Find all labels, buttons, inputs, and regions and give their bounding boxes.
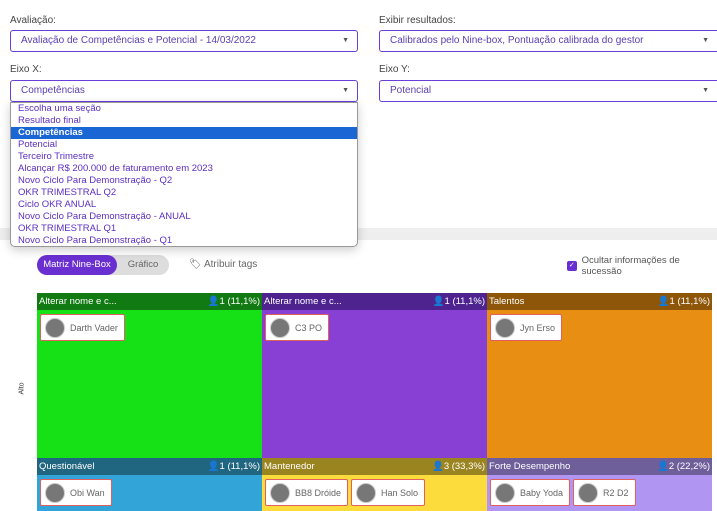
dropdown-option[interactable]: OKR TRIMESTRAL Q2 [11, 187, 357, 199]
dropdown-option[interactable]: Potencial [11, 139, 357, 151]
dropdown-option[interactable]: Novo Ciclo Para Demonstração - Q2 [11, 175, 357, 187]
cell-title: Alterar nome e c... [264, 296, 342, 307]
person-card[interactable]: BB8 Dróide [265, 479, 349, 506]
cell-title: Forte Desempenho [489, 461, 571, 472]
user-icon: 👤 [656, 461, 669, 472]
cell-header: Alterar nome e c... 👤1 (11,1%) [262, 293, 487, 310]
cell-title: Talentos [489, 296, 525, 307]
person-card[interactable]: Jyn Erso [490, 314, 563, 341]
caret-down-icon: ▼ [702, 87, 709, 94]
assign-tags-label: Atribuir tags [203, 259, 258, 270]
cell-count: 👤1 (11,1%) [208, 293, 260, 310]
avatar [45, 317, 65, 338]
hide-succession-label: Ocultar informações de sucessão [581, 255, 680, 277]
check-icon: ✓ [567, 261, 577, 271]
y-axis-label: Alto [18, 382, 26, 395]
dropdown-option[interactable]: Terceiro Trimestre [11, 151, 357, 163]
count-value: 1 (11,1%) [219, 461, 260, 472]
caret-down-icon: ▼ [342, 87, 349, 94]
cell-title: Alterar nome e c... [39, 296, 117, 307]
cell-title: Mantenedor [264, 461, 315, 472]
tab-matriz-nine-box[interactable]: Matriz Nine-Box [37, 255, 117, 275]
cell-title: Questionável [39, 461, 95, 472]
exibir-label: Exibir resultados: [379, 15, 456, 26]
dropdown-option[interactable]: Novo Ciclo Para Demonstração - Q1 [11, 235, 357, 246]
avatar [356, 482, 377, 503]
person-name: R2 D2 [603, 487, 629, 498]
person-card[interactable]: Han Solo [351, 479, 426, 506]
user-icon: 👤 [432, 296, 445, 307]
nine-box-cell: Talentos 👤1 (11,1%) Jyn Erso [487, 293, 712, 458]
nine-box-cell: Questionável 👤1 (11,1%) Obi Wan [37, 458, 262, 511]
person-name: Baby Yoda [520, 487, 564, 498]
cell-header: Alterar nome e c... 👤1 (11,1%) [37, 293, 262, 310]
count-value: 1 (11,1%) [669, 296, 710, 307]
exibir-value: Calibrados pelo Nine-box, Pontuação cali… [390, 35, 644, 46]
nine-box-cell: Forte Desempenho 👤2 (22,2%) Baby Yoda R2 D2 [487, 458, 712, 511]
person-name: C3 PO [295, 322, 323, 333]
person-name: Jyn Erso [520, 322, 556, 333]
nine-box-cell: Mantenedor 👤3 (33,3%) BB8 Dróide Han Solo [262, 458, 487, 511]
count-value: 1 (11,1%) [219, 296, 260, 307]
user-icon: 👤 [657, 296, 670, 307]
avaliacao-value: Avaliação de Competências e Potencial - … [21, 35, 256, 46]
cell-count: 👤1 (11,1%) [658, 293, 710, 310]
person-name: Darth Vader [70, 322, 118, 333]
hide-succession-checkbox[interactable]: ✓ Ocultar informações de sucessão [567, 255, 717, 277]
person-name: Han Solo [381, 487, 419, 498]
avaliacao-select[interactable]: Avaliação de Competências e Potencial - … [10, 30, 358, 52]
dropdown-option[interactable]: Alcançar R$ 200.000 de faturamento em 20… [11, 163, 357, 175]
exibir-select[interactable]: Calibrados pelo Nine-box, Pontuação cali… [379, 30, 717, 52]
person-card[interactable]: Obi Wan [40, 479, 112, 506]
dropdown-option[interactable]: Competências [11, 127, 357, 139]
person-card[interactable]: R2 D2 [573, 479, 636, 506]
count-value: 2 (22,2%) [668, 461, 710, 472]
person-card[interactable]: Baby Yoda [490, 479, 571, 506]
nine-box-cell: Alterar nome e c... 👤1 (11,1%) Darth Vader [37, 293, 262, 458]
count-value: 3 (33,3%) [443, 461, 485, 472]
cell-header: Forte Desempenho 👤2 (22,2%) [487, 458, 712, 475]
avaliacao-label: Avaliação: [10, 15, 56, 26]
cell-count: 👤1 (11,1%) [208, 458, 260, 475]
avatar [45, 482, 65, 503]
cell-count: 👤3 (33,3%) [432, 458, 485, 475]
avatar [270, 317, 290, 338]
caret-down-icon: ▼ [702, 37, 709, 44]
person-card[interactable]: C3 PO [265, 314, 330, 341]
assign-tags-button[interactable]: 🏷 Atribuir tags [189, 259, 257, 270]
tab-grafico[interactable]: Gráfico [117, 255, 169, 275]
nine-box-cell: Alterar nome e c... 👤1 (11,1%) C3 PO [262, 293, 487, 458]
avatar [495, 482, 515, 503]
caret-down-icon: ▼ [342, 37, 349, 44]
dropdown-option[interactable]: Resultado final [11, 115, 357, 127]
avatar [495, 317, 515, 338]
avatar [270, 482, 290, 503]
cell-header: Mantenedor 👤3 (33,3%) [262, 458, 487, 475]
cell-header: Talentos 👤1 (11,1%) [487, 293, 712, 310]
dropdown-option[interactable]: Ciclo OKR ANUAL [11, 199, 357, 211]
user-icon: 👤 [431, 461, 444, 472]
dropdown-option[interactable]: Escolha uma seção [11, 103, 357, 115]
cell-header: Questionável 👤1 (11,1%) [37, 458, 262, 475]
count-value: 1 (11,1%) [444, 296, 485, 307]
person-name: Obi Wan [70, 487, 105, 498]
view-toggle: Matriz Nine-Box Gráfico [37, 255, 169, 275]
user-icon: 👤 [207, 461, 220, 472]
eixo-y-select[interactable]: Potencial ▼ [379, 80, 717, 102]
eixo-x-dropdown-list[interactable]: Escolha uma seção Resultado final Competên… [10, 102, 358, 247]
dropdown-option[interactable]: Novo Ciclo Para Demonstração - ANUAL [11, 211, 357, 223]
person-card[interactable]: Darth Vader [40, 314, 125, 341]
avatar [578, 482, 599, 503]
eixo-y-label: Eixo Y: [379, 64, 410, 75]
dropdown-option[interactable]: OKR TRIMESTRAL Q1 [11, 223, 357, 235]
person-name: BB8 Dróide [295, 487, 342, 498]
eixo-x-label: Eixo X: [10, 64, 42, 75]
cell-count: 👤2 (22,2%) [657, 458, 710, 475]
user-icon: 👤 [207, 296, 220, 307]
eixo-y-value: Potencial [390, 85, 432, 96]
tag-icon: 🏷 [189, 259, 202, 270]
cell-count: 👤1 (11,1%) [433, 293, 485, 310]
eixo-x-value: Competências [21, 85, 85, 96]
eixo-x-select[interactable]: Competências ▼ [10, 80, 358, 102]
